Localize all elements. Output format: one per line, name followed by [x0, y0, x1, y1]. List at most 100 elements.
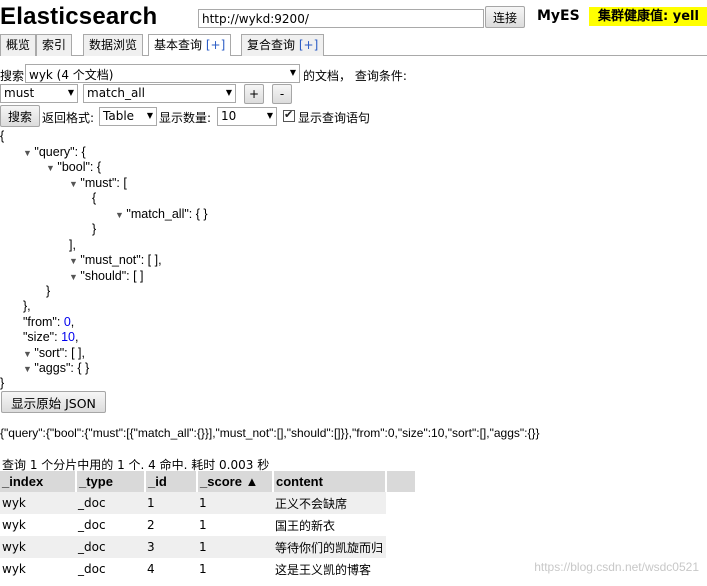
cell-id: 3: [145, 536, 197, 558]
collapse-triangle-icon[interactable]: ▼: [23, 364, 34, 374]
tab-browser[interactable]: 数据浏览: [83, 34, 144, 56]
tab-label: 概览: [6, 38, 31, 52]
search-button[interactable]: 搜索: [0, 105, 40, 127]
json-node-match-all[interactable]: ▼ "match_all": { }: [115, 206, 208, 223]
tab-label: 数据浏览: [89, 38, 138, 52]
cell-spacer: [386, 558, 416, 580]
cell-type: _doc: [76, 492, 145, 514]
app-logo: Elasticsearch: [0, 3, 158, 30]
remove-condition-button[interactable]: -: [272, 84, 292, 104]
json-line: "should": [ ]: [80, 269, 144, 283]
cell-type: _doc: [78, 562, 106, 576]
bool-select-value: must: [4, 86, 35, 100]
column-header-id[interactable]: _id: [145, 471, 198, 492]
json-brace: }: [0, 376, 5, 390]
column-header-spacer: [386, 471, 417, 492]
column-header-content[interactable]: content: [273, 471, 387, 492]
table-row[interactable]: wyk _doc 2 1 国王的新衣: [0, 514, 416, 536]
cell-id: 4: [147, 562, 155, 576]
tab-plus: [+]: [298, 38, 319, 52]
format-select[interactable]: Table ▼: [99, 107, 157, 126]
json-comma: ,: [70, 315, 75, 329]
cluster-url-input[interactable]: [198, 9, 484, 28]
json-brace: }: [46, 284, 51, 298]
json-line: "bool": {: [57, 160, 102, 174]
cell-spacer: [386, 514, 416, 536]
tab-overview[interactable]: 概览: [0, 34, 37, 56]
cluster-name: MyES: [537, 8, 580, 24]
json-number: 0: [63, 315, 71, 329]
json-line: "aggs": { }: [34, 361, 90, 375]
collapse-triangle-icon[interactable]: ▼: [69, 179, 80, 189]
json-line: "query": {: [34, 145, 86, 159]
tab-basic-query[interactable]: 基本查询 [+]: [148, 34, 232, 56]
cell-content: 国王的新衣: [275, 518, 336, 533]
json-node-bool[interactable]: ▼ "bool": {: [46, 159, 101, 176]
cell-score: 1: [197, 536, 273, 558]
tab-plus: [+]: [205, 38, 226, 52]
add-condition-button[interactable]: +: [244, 84, 264, 104]
connect-button[interactable]: 连接: [485, 6, 525, 28]
cluster-health-badge: 集群健康值: yell: [589, 7, 707, 26]
json-number: 10: [61, 330, 75, 344]
cell-score: 1: [199, 562, 207, 576]
format-select-value: Table: [103, 109, 135, 123]
query-type-select[interactable]: match_all ▼: [83, 84, 236, 103]
search-prefix-label: 搜索: [0, 69, 25, 83]
table-row[interactable]: wyk _doc 1 1 正义不会缺席: [0, 492, 416, 514]
json-node-must[interactable]: ▼ "must": [: [69, 175, 127, 192]
json-key: "from":: [23, 315, 64, 329]
raw-json-text: {"query":{"bool":{"must":[{"match_all":{…: [0, 426, 540, 440]
json-brace: {: [0, 129, 5, 143]
json-node-from: "from": 0,: [23, 314, 74, 330]
tab-label: 基本查询: [154, 38, 206, 52]
query-type-value: match_all: [87, 86, 145, 100]
cell-type: _doc: [76, 536, 145, 558]
results-table: _index _type _id _score ▲ content wyk _d…: [0, 471, 417, 580]
docs-suffix-label: 的文档， 查询条件:: [303, 69, 407, 83]
cell-index: wyk: [2, 518, 26, 532]
json-node-aggs[interactable]: ▼ "aggs": { }: [23, 360, 89, 377]
collapse-triangle-icon[interactable]: ▼: [115, 210, 126, 220]
size-label: 显示数量:: [159, 111, 212, 125]
tab-indices[interactable]: 索引: [36, 34, 73, 56]
size-select-value: 10: [221, 109, 237, 123]
json-line: },: [23, 299, 31, 313]
collapse-triangle-icon[interactable]: ▼: [23, 148, 34, 158]
json-node-must-not[interactable]: ▼ "must_not": [ ],: [69, 252, 162, 269]
tab-label: 索引: [42, 38, 67, 52]
tab-compound-query[interactable]: 复合查询 [+]: [241, 34, 325, 56]
cell-score: 1: [199, 518, 207, 532]
cell-index: wyk: [0, 536, 76, 558]
cell-spacer: [386, 536, 416, 558]
show-query-checkbox[interactable]: [283, 108, 295, 122]
json-line: "sort": [ ],: [34, 346, 85, 360]
cell-id: 2: [147, 518, 155, 532]
show-raw-json-button[interactable]: 显示原始 JSON: [1, 391, 106, 413]
collapse-triangle-icon[interactable]: ▼: [46, 163, 57, 173]
watermark: https://blog.csdn.net/wsdc0521: [534, 560, 699, 574]
cell-score: 1: [197, 492, 273, 514]
cell-content: 这是王义凯的博客: [275, 562, 372, 577]
table-row[interactable]: wyk _doc 3 1 等待你们的凯旋而归: [0, 536, 416, 558]
collapse-triangle-icon[interactable]: ▼: [23, 349, 34, 359]
json-line: "must": [: [80, 176, 127, 190]
index-select-value: wyk (4 个文档): [29, 68, 114, 82]
collapse-triangle-icon[interactable]: ▼: [69, 272, 80, 282]
json-node-should[interactable]: ▼ "should": [ ]: [69, 268, 144, 285]
tab-label: 复合查询: [247, 38, 299, 52]
bool-select[interactable]: must ▼: [0, 84, 78, 103]
cell-content: 正义不会缺席: [273, 492, 386, 514]
column-header-score[interactable]: _score ▲: [197, 471, 274, 492]
table-header-row: _index _type _id _score ▲ content: [0, 471, 417, 492]
column-header-index[interactable]: _index: [0, 471, 77, 492]
column-header-type[interactable]: _type: [76, 471, 146, 492]
cell-index: wyk: [0, 492, 76, 514]
table-row[interactable]: wyk _doc 4 1 这是王义凯的博客: [0, 558, 416, 580]
dropdown-arrow-icon: ▼: [146, 111, 153, 120]
collapse-triangle-icon[interactable]: ▼: [69, 256, 80, 266]
dropdown-arrow-icon: ▼: [225, 88, 232, 97]
index-select[interactable]: wyk (4 个文档) ▼: [25, 64, 300, 83]
json-comma: ,: [74, 330, 79, 344]
size-select[interactable]: 10 ▼: [217, 107, 277, 126]
